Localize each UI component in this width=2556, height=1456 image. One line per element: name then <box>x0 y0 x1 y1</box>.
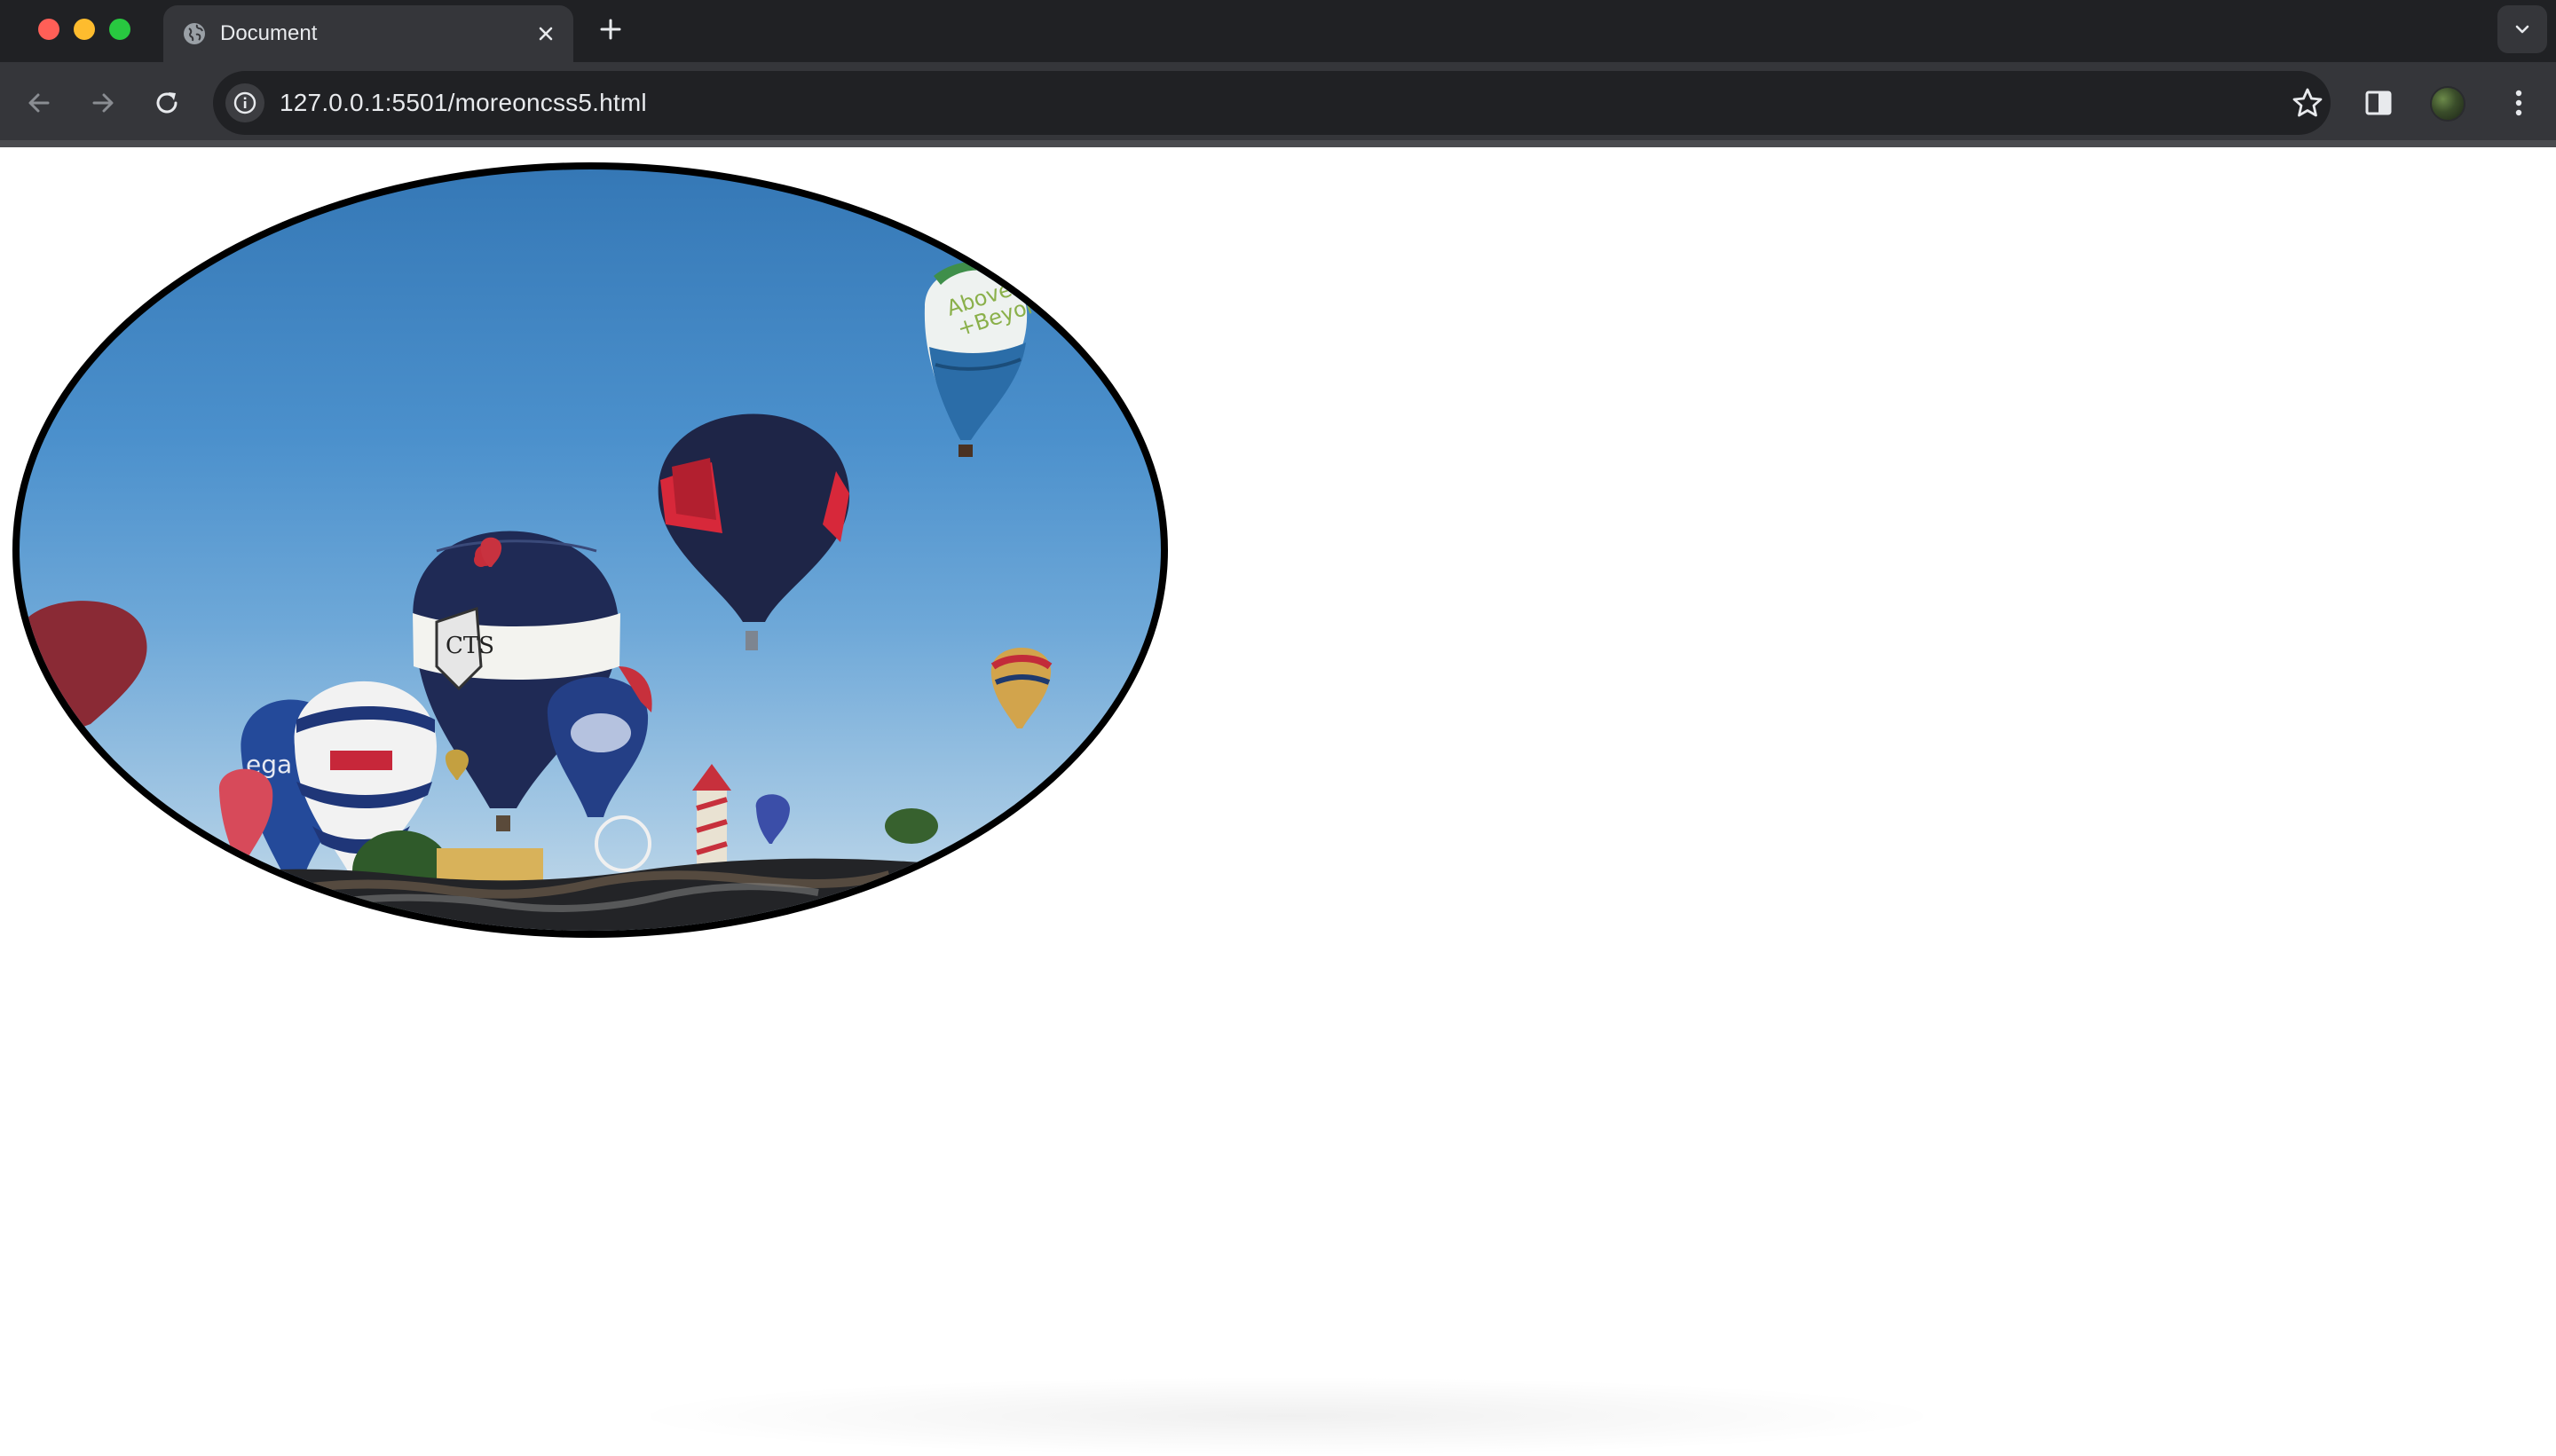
window-minimize-button[interactable] <box>74 19 95 40</box>
tab-title: Document <box>220 21 318 45</box>
balloon-blue-globe <box>547 666 652 817</box>
balloon-tiny-gold <box>445 749 469 780</box>
page-viewport: Above +Beyond CTS ega <box>0 147 2556 1456</box>
toolbar-divider <box>0 140 2556 147</box>
url-text[interactable]: 127.0.0.1:5501/moreoncss5.html <box>280 89 647 117</box>
info-icon <box>233 91 256 114</box>
ferris-wheel <box>595 815 651 872</box>
tab-strip: Document <box>0 0 2556 62</box>
side-panel-icon[interactable] <box>2361 85 2396 121</box>
balloon-red-left <box>218 768 273 862</box>
svg-text:CTS: CTS <box>446 633 494 659</box>
active-tab[interactable]: Document <box>163 5 573 62</box>
balloon-maroon-left <box>20 601 147 737</box>
balloon-above-beyond: Above +Beyond <box>924 261 1055 457</box>
carousel <box>437 848 543 884</box>
tab-search-button[interactable] <box>2497 5 2547 53</box>
new-tab-plus-icon[interactable] <box>596 15 625 43</box>
profile-avatar[interactable] <box>2430 86 2465 122</box>
balloon-tiny-blue <box>755 794 790 844</box>
balloon-small-gold <box>990 647 1053 728</box>
balloon-image-oval: Above +Beyond CTS ega <box>12 162 1168 938</box>
chevron-down-icon <box>2515 25 2529 34</box>
window-close-button[interactable] <box>38 19 59 40</box>
close-icon[interactable] <box>534 22 557 45</box>
trees-right <box>885 808 938 844</box>
hot-air-balloons-picture: Above +Beyond CTS ega <box>20 261 1161 931</box>
address-bar[interactable]: 127.0.0.1:5501/moreoncss5.html <box>213 71 2331 135</box>
forward-arrow-icon[interactable] <box>85 85 121 121</box>
site-info-button[interactable] <box>225 83 264 122</box>
reload-icon[interactable] <box>149 85 185 121</box>
browser-toolbar: 127.0.0.1:5501/moreoncss5.html <box>0 62 2556 147</box>
page-shadow <box>621 1376 1952 1456</box>
bookmark-star-icon[interactable] <box>2290 85 2325 121</box>
more-menu-icon[interactable] <box>2501 85 2536 121</box>
window-zoom-button[interactable] <box>109 19 130 40</box>
back-arrow-icon[interactable] <box>21 85 57 121</box>
balloon-navy-red <box>658 413 850 650</box>
globe-icon <box>184 23 205 44</box>
